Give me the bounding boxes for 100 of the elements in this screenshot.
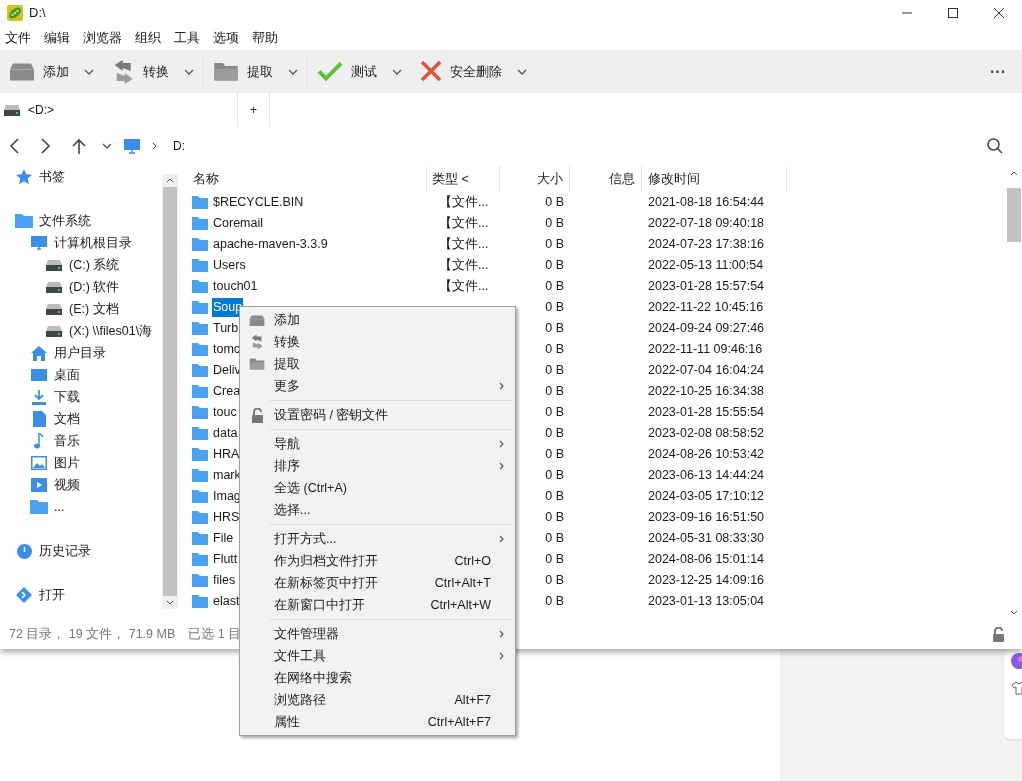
menu-item[interactable]: 文件 xyxy=(5,28,31,48)
table-cell: 2024-08-06 15:01:14 xyxy=(648,552,765,567)
history-dropdown-icon xyxy=(102,143,112,149)
sidebar-item[interactable]: (C:) 系统 xyxy=(0,254,162,276)
file-name[interactable]: Coremail xyxy=(212,214,264,233)
table-cell-text: 0 B xyxy=(545,194,564,212)
table-cell-text: 0 B xyxy=(545,215,564,233)
back-icon[interactable] xyxy=(8,138,20,154)
sidebar-item[interactable]: 桌面 xyxy=(0,364,162,386)
sidebar-item[interactable]: 视频 xyxy=(0,474,162,496)
menu-item[interactable]: 提取 xyxy=(240,353,515,375)
table-cell: 2023-09-16 16:51:50 xyxy=(648,510,765,525)
menu-item[interactable]: 作为归档文件打开 Ctrl+O xyxy=(240,550,515,572)
menu-item[interactable]: 编辑 xyxy=(44,28,70,48)
menu-item[interactable]: 浏览路径 Alt+F7 xyxy=(240,689,515,711)
image-icon xyxy=(31,456,47,470)
file-name[interactable]: Crea xyxy=(212,382,242,401)
file-name[interactable]: data xyxy=(212,424,239,443)
menu-item[interactable]: 浏览器 xyxy=(83,28,122,48)
menu-item[interactable]: 组织 xyxy=(135,28,161,48)
file-name[interactable]: apache-maven-3.3.9 xyxy=(212,235,329,254)
table-cell-text: 0 B xyxy=(545,278,564,296)
menu-item[interactable]: 更多 xyxy=(240,375,515,397)
menu-item[interactable]: 打开方式... xyxy=(240,528,515,550)
sidebar-item[interactable]: 用户目录 xyxy=(0,342,162,364)
scrollbar-thumb[interactable] xyxy=(1006,188,1021,242)
menu-item[interactable]: 导航 xyxy=(240,433,515,455)
sidebar-item[interactable]: 历史记录 xyxy=(0,540,162,562)
menu-item[interactable]: 选择... xyxy=(240,499,515,521)
menu-item[interactable]: 帮助 xyxy=(252,28,278,48)
path-segment[interactable]: D: xyxy=(173,137,185,155)
search-icon[interactable] xyxy=(987,138,1003,154)
column-header[interactable]: 修改时间 xyxy=(642,166,787,192)
column-header[interactable]: 类型 < xyxy=(427,166,500,192)
menu-item[interactable]: 转换 xyxy=(240,331,515,353)
scroll-up-icon[interactable] xyxy=(1009,171,1018,176)
table-cell: 2022-07-04 16:04:24 xyxy=(648,363,765,378)
table-cell-text: 0 B xyxy=(545,341,564,359)
menu-item[interactable]: 设置密码 / 密钥文件 xyxy=(240,404,515,426)
sidebar-item[interactable]: 图片 xyxy=(0,452,162,474)
column-header[interactable]: 名称 xyxy=(186,166,427,192)
sidebar-item[interactable]: (E:) 文档 xyxy=(0,298,162,320)
file-name[interactable]: File xyxy=(212,529,235,548)
sidebar-item[interactable]: ... xyxy=(0,496,162,518)
check-icon xyxy=(317,61,344,82)
table-cell: 【文件... xyxy=(439,279,489,294)
sidebar-item[interactable]: 音乐 xyxy=(0,430,162,452)
up-arrow-icon[interactable] xyxy=(72,138,86,154)
tab[interactable]: <D:> xyxy=(0,93,238,127)
table-cell-text: 0 B xyxy=(545,236,564,254)
scrollbar-thumb[interactable] xyxy=(163,187,177,596)
file-name[interactable]: elast xyxy=(212,592,241,611)
computer-icon[interactable] xyxy=(124,138,140,154)
menu-item[interactable]: 在新窗口中打开 Ctrl+Alt+W xyxy=(240,594,515,616)
file-name[interactable]: tomc xyxy=(212,340,242,359)
home-icon xyxy=(31,345,47,361)
file-name[interactable]: files xyxy=(212,571,237,590)
scroll-down-icon[interactable] xyxy=(166,600,174,605)
scroll-down-icon[interactable] xyxy=(1009,610,1018,615)
menu-item[interactable]: 文件管理器 xyxy=(240,623,515,645)
sidebar-item[interactable]: (X:) \\files01\海 xyxy=(0,320,162,342)
caret-icon xyxy=(184,68,195,75)
file-name[interactable]: touch01 xyxy=(212,277,259,296)
table-cell: 2024-03-05 17:10:12 xyxy=(648,489,765,504)
sidebar-item[interactable]: (D:) 软件 xyxy=(0,276,162,298)
more-button[interactable]: ··· xyxy=(990,59,1006,84)
toolbar-button[interactable]: 测试 xyxy=(308,54,384,89)
sidebar-item[interactable]: 书签 xyxy=(0,166,162,188)
menu-item[interactable]: 工具 xyxy=(174,28,200,48)
shortcut-text: Ctrl+Alt+T xyxy=(434,574,491,592)
scroll-up-icon[interactable] xyxy=(166,178,174,183)
column-header[interactable]: 信息 xyxy=(570,166,642,192)
folder-icon xyxy=(192,427,208,440)
sidebar-item[interactable]: 计算机根目录 xyxy=(0,232,162,254)
toolbar-button[interactable]: 添加 xyxy=(0,54,75,89)
sidebar-item[interactable]: 下载 xyxy=(0,386,162,408)
file-name[interactable]: HRA xyxy=(212,445,241,464)
forward-icon[interactable] xyxy=(40,138,52,154)
menu-item[interactable]: 在新标签页中打开 Ctrl+Alt+T xyxy=(240,572,515,594)
file-name[interactable]: HRS xyxy=(212,508,241,527)
menu-item[interactable]: 选项 xyxy=(213,28,239,48)
file-name[interactable]: mark xyxy=(212,466,242,485)
toolbar-button[interactable]: 转换 xyxy=(103,54,176,89)
menu-item[interactable]: 文件工具 xyxy=(240,645,515,667)
toolbar-button[interactable]: 提取 xyxy=(204,54,280,89)
file-name[interactable]: Users xyxy=(212,256,247,275)
sidebar-item[interactable]: 打开 xyxy=(0,584,162,606)
sidebar-item[interactable]: 文档 xyxy=(0,408,162,430)
file-name[interactable]: touc xyxy=(212,403,238,422)
column-header[interactable]: 大小 xyxy=(500,166,570,192)
table-cell: 【文件... xyxy=(439,237,489,252)
menu-item[interactable]: 排序 xyxy=(240,455,515,477)
file-name[interactable]: Flutt xyxy=(212,550,239,569)
file-name[interactable]: $RECYCLE.BIN xyxy=(212,193,305,212)
toolbar-button[interactable]: 安全删除 xyxy=(411,54,509,89)
menu-item[interactable]: 在网络中搜索 xyxy=(240,667,515,689)
menu-item[interactable]: 属性 Ctrl+Alt+F7 xyxy=(240,711,515,733)
menu-item[interactable]: 全选 (Ctrl+A) xyxy=(240,477,515,499)
file-name[interactable]: Turb xyxy=(212,319,240,338)
sidebar-item[interactable]: 文件系统 xyxy=(0,210,162,232)
